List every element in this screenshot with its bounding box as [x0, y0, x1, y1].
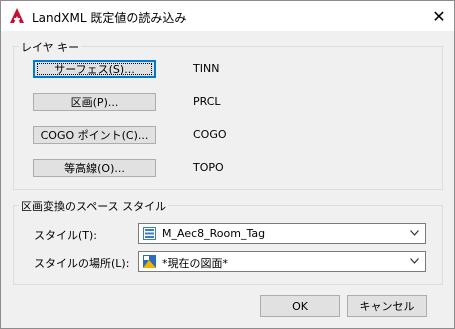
ok-button-label: OK	[292, 299, 308, 313]
parcel-button-label: 区画(P)...	[70, 96, 119, 109]
style-location-dropdown[interactable]: *現在の図面*	[138, 251, 426, 272]
drawing-icon	[143, 255, 156, 268]
window-title: LandXML 既定値の読み込み	[32, 11, 187, 25]
cogo-layer-value: COGO	[193, 128, 227, 141]
style-dropdown-value: M_Aec8_Room_Tag	[162, 227, 266, 240]
parcel-space-style-group	[13, 205, 443, 285]
style-list-icon	[143, 227, 156, 240]
cancel-button-label: キャンセル	[359, 300, 415, 313]
chevron-down-icon	[410, 258, 419, 264]
cancel-button[interactable]: キャンセル	[347, 295, 427, 317]
parcel-layer-value: PRCL	[193, 95, 221, 108]
layer-key-group-label: レイヤ キー	[19, 39, 82, 55]
cogo-point-button[interactable]: COGO ポイント(C)...	[33, 126, 156, 144]
ok-button[interactable]: OK	[260, 295, 340, 317]
landxml-defaults-dialog: LandXML 既定値の読み込み ✕ レイヤ キー サーフェス(S)... TI…	[0, 0, 455, 329]
contour-button[interactable]: 等高線(O)...	[33, 159, 156, 177]
close-icon: ✕	[432, 6, 446, 26]
style-location-dropdown-value: *現在の図面*	[162, 257, 228, 270]
parcel-space-style-group-label: 区画変換のスペース スタイル	[19, 198, 169, 214]
autocad-logo-icon	[10, 8, 24, 23]
surface-layer-value: TINN	[193, 62, 220, 75]
style-location-label: スタイルの場所(L):	[34, 257, 130, 270]
style-dropdown[interactable]: M_Aec8_Room_Tag	[138, 223, 426, 244]
style-label: スタイル(T):	[34, 229, 98, 242]
focus-rectangle	[37, 63, 152, 75]
cogo-point-button-label: COGO ポイント(C)...	[40, 129, 149, 142]
chevron-down-icon	[410, 230, 419, 236]
parcel-button[interactable]: 区画(P)...	[33, 93, 156, 111]
surface-button[interactable]: サーフェス(S)...	[33, 60, 156, 78]
contour-layer-value: TOPO	[193, 161, 224, 174]
title-bar: LandXML 既定値の読み込み ✕	[1, 1, 454, 31]
close-button[interactable]: ✕	[424, 1, 454, 31]
contour-button-label: 等高線(O)...	[64, 162, 125, 175]
